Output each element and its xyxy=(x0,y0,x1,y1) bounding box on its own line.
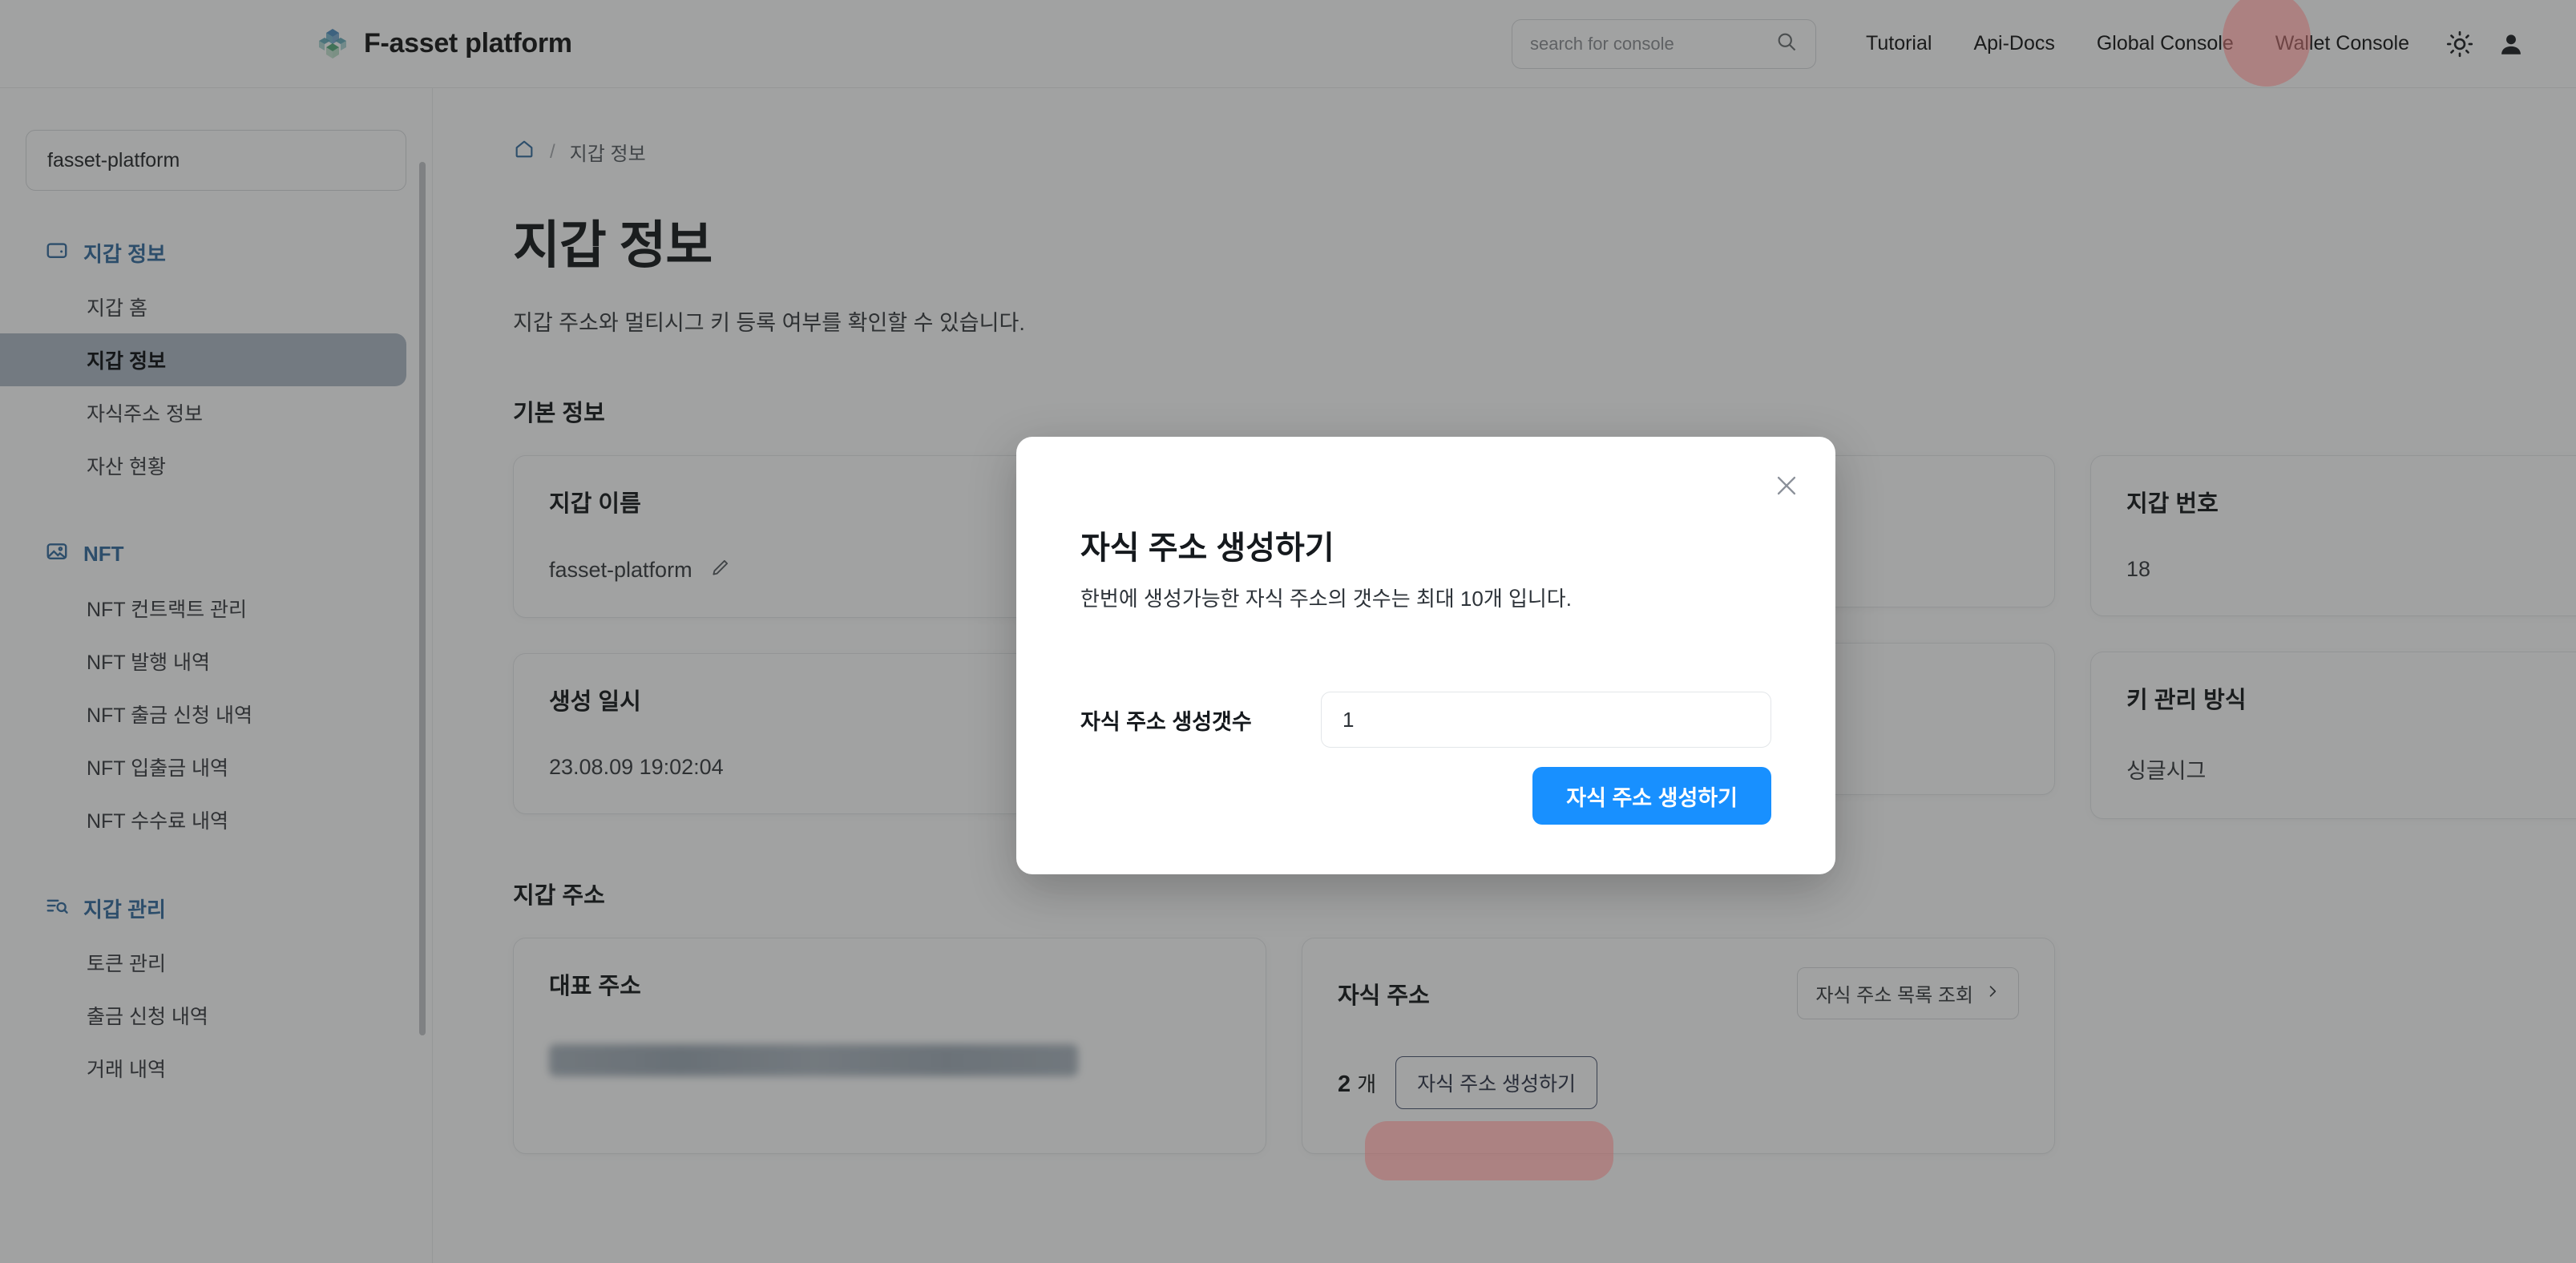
app-root: F-asset platform search for console Tuto… xyxy=(0,0,2576,1263)
modal-description: 한번에 생성가능한 자식 주소의 갯수는 최대 10개 입니다. xyxy=(1080,587,1572,611)
create-child-address-modal: 자식 주소 생성하기 한번에 생성가능한 자식 주소의 갯수는 최대 10개 입… xyxy=(1016,437,1835,874)
child-address-count-input[interactable]: 1 xyxy=(1321,692,1771,748)
modal-submit-button[interactable]: 자식 주소 생성하기 xyxy=(1532,767,1771,825)
modal-title: 자식 주소 생성하기 xyxy=(1080,531,1334,566)
modal-field-row: 자식 주소 생성갯수 1 xyxy=(1080,692,1771,748)
child-address-count-input-value: 1 xyxy=(1343,707,1355,732)
close-icon[interactable] xyxy=(1768,467,1805,504)
modal-field-label: 자식 주소 생성갯수 xyxy=(1080,709,1252,734)
